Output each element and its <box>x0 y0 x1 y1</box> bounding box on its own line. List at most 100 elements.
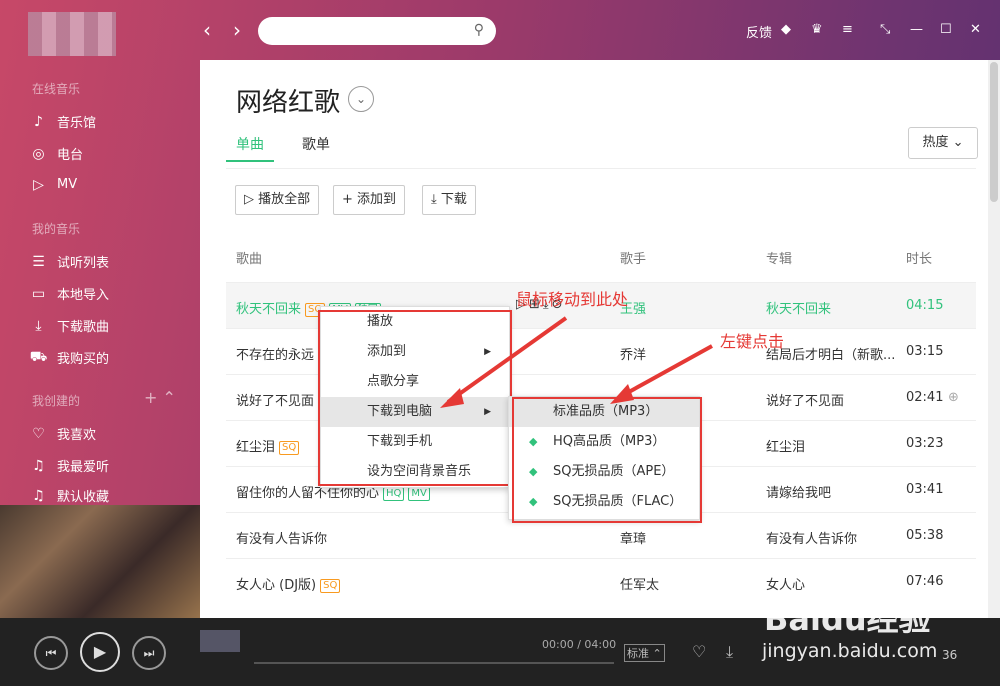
sidebar-item-radio[interactable]: ◎ 电台 <box>30 144 83 164</box>
skin-icon[interactable]: ♛ <box>811 22 823 37</box>
cart-icon: ⛟ <box>29 348 48 365</box>
sidebar-item-default[interactable]: ♫ 默认收藏 <box>30 486 109 506</box>
playlist-count[interactable]: 36 <box>942 648 957 662</box>
sq-badge: SQ <box>279 441 300 455</box>
watermark-logo: Baidu经验 <box>764 600 931 638</box>
song-album[interactable]: 有没有人告诉你 <box>766 528 857 547</box>
song-duration: 03:23 <box>906 436 944 451</box>
chevron-down-icon[interactable]: ⌄ <box>348 86 374 112</box>
previous-icon[interactable]: ⏮ <box>34 636 68 670</box>
scrollbar[interactable] <box>988 60 1000 620</box>
add-playlist-icon[interactable]: + ⌃ <box>144 388 176 407</box>
section-mine: 我的音乐 <box>32 222 81 236</box>
song-title[interactable]: 红尘泪 SQ <box>236 436 300 455</box>
song-album[interactable]: 请嫁给我吧 <box>766 482 831 501</box>
page-title: 网络红歌 <box>236 88 341 118</box>
album-cover[interactable] <box>0 505 205 625</box>
search-icon[interactable]: ⚲ <box>474 22 484 38</box>
avatar[interactable] <box>28 12 116 56</box>
section-online: 在线音乐 <box>32 82 81 96</box>
tab-songs[interactable]: 单曲 <box>236 134 264 154</box>
song-album[interactable]: 结局后才明白（新歌... <box>766 344 895 363</box>
sidebar: 在线音乐 ♪ 音乐馆 ◎ 电台 ▷ MV 我的音乐 ☰ 试听列表 ▭ 本地导入 ⤓ 下载歌曲… <box>0 60 200 510</box>
hq-badge: HQ <box>383 487 405 501</box>
song-singer[interactable]: 任军太 <box>620 574 659 593</box>
sidebar-item-music-hall[interactable]: ♪ 音乐馆 <box>30 112 96 132</box>
music-hall-icon: ♪ <box>34 113 43 130</box>
close-icon[interactable]: ✕ <box>970 22 981 37</box>
divider <box>226 168 976 169</box>
song-title[interactable]: 女人心 (DJ版) SQ <box>236 574 341 593</box>
song-duration: 03:15 <box>906 344 944 359</box>
sidebar-item-local[interactable]: ▭ 本地导入 <box>30 284 109 304</box>
note-icon: ♫ <box>32 457 45 474</box>
mini-mode-icon[interactable]: ⤡ <box>880 22 890 37</box>
heart-icon[interactable]: ♡ <box>692 642 706 661</box>
highlight-box <box>512 397 702 523</box>
sort-dropdown[interactable]: 热度 ⌄ <box>908 127 978 159</box>
top-bar: ‹ › ⚲ 反馈 ◆ ♛ ≡ ⤡ — ☐ ✕ <box>0 0 1000 60</box>
sidebar-item-playlist[interactable]: ☰ 试听列表 <box>30 252 109 272</box>
note-icon: ♫ <box>32 487 45 504</box>
next-icon[interactable]: ⏭ <box>132 636 166 670</box>
download-button[interactable]: ⤓ 下载 <box>422 185 476 215</box>
song-title[interactable]: 不存在的永远 <box>236 344 314 363</box>
mv-icon: ▷ <box>33 176 44 193</box>
download-icon: ⤓ <box>35 317 42 334</box>
radio-icon: ◎ <box>32 145 45 162</box>
song-duration: 05:38 <box>906 528 944 543</box>
feedback-link[interactable]: 反馈 <box>746 22 772 41</box>
sidebar-item-downloads[interactable]: ⤓ 下载歌曲 <box>30 316 109 336</box>
song-duration: 03:41 <box>906 482 944 497</box>
song-thumbnail[interactable] <box>200 630 240 652</box>
song-album[interactable]: 秋天不回来 <box>766 298 831 317</box>
menu-icon[interactable]: ≡ <box>842 22 853 37</box>
forward-arrow-icon[interactable]: › <box>233 20 241 40</box>
sq-badge: SQ <box>320 579 341 593</box>
sidebar-item-liked[interactable]: ♡ 我喜欢 <box>30 424 96 444</box>
time-display: 00:00 / 04:00 <box>542 638 617 651</box>
mv-badge[interactable]: MV <box>408 487 430 501</box>
plus-icon: + <box>342 192 353 207</box>
song-album[interactable]: 红尘泪 <box>766 436 805 455</box>
globe-icon[interactable]: ⊕ <box>948 390 959 405</box>
sidebar-item-favorite[interactable]: ♫ 我最爱听 <box>30 456 109 476</box>
song-duration: 04:15 <box>906 298 944 313</box>
song-duration: 07:46 <box>906 574 944 589</box>
song-title[interactable]: 有没有人告诉你 <box>236 528 327 547</box>
section-created: 我创建的 <box>32 394 81 408</box>
watermark-url: jingyan.baidu.com <box>762 640 938 662</box>
song-singer[interactable]: 章璋 <box>620 528 646 547</box>
header-album: 专辑 <box>766 252 793 267</box>
scroll-thumb[interactable] <box>990 62 998 202</box>
song-duration: 02:41 <box>906 390 944 405</box>
diamond-icon[interactable]: ◆ <box>781 22 791 37</box>
minimize-icon[interactable]: — <box>910 22 923 37</box>
play-pause-icon[interactable]: ▶ <box>80 632 120 672</box>
play-all-button[interactable]: ▷ 播放全部 <box>235 185 320 215</box>
click-annotation: 左键点击 <box>720 332 785 351</box>
maximize-icon[interactable]: ☐ <box>940 22 952 37</box>
tab-indicator <box>226 160 274 162</box>
heart-icon: ♡ <box>32 425 45 442</box>
back-arrow-icon[interactable]: ‹ <box>203 20 211 40</box>
header-singer: 歌手 <box>620 252 647 267</box>
progress-bar[interactable] <box>254 662 614 664</box>
playlist-icon: ☰ <box>32 253 45 270</box>
search-input[interactable]: ⚲ <box>258 17 496 45</box>
quality-button[interactable]: 标准 ⌃ <box>624 644 665 662</box>
add-to-button[interactable]: + 添加到 <box>333 185 406 215</box>
header-song: 歌曲 <box>236 252 263 267</box>
monitor-icon: ▭ <box>31 285 46 302</box>
sidebar-item-mv[interactable]: ▷ MV <box>30 176 77 193</box>
tab-playlists[interactable]: 歌单 <box>302 134 330 154</box>
download-icon: ⤓ <box>431 192 437 207</box>
download-icon[interactable]: ⤓ <box>726 642 733 662</box>
song-singer[interactable]: 乔洋 <box>620 344 646 363</box>
song-album[interactable]: 说好了不见面 <box>766 390 844 409</box>
song-album[interactable]: 女人心 <box>766 574 805 593</box>
song-title[interactable]: 说好了不见面 <box>236 390 314 409</box>
sidebar-item-purchased[interactable]: ⛟ 我购买的 <box>29 348 109 368</box>
highlight-box <box>318 310 512 486</box>
play-icon: ▷ <box>244 192 254 207</box>
